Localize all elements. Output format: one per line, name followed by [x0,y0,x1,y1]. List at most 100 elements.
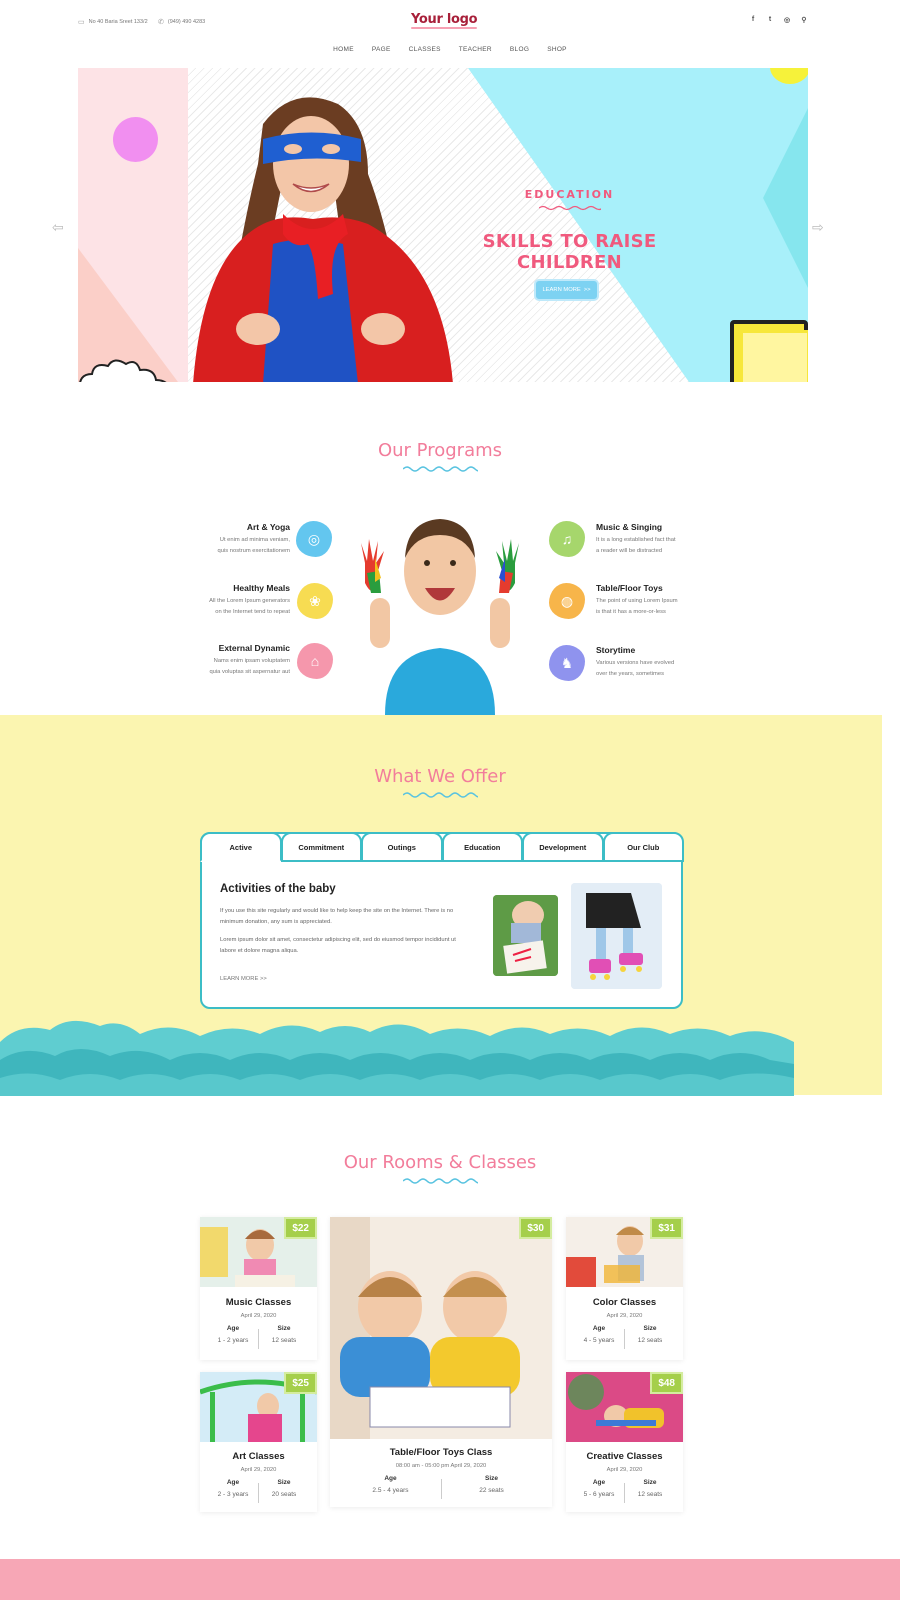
tv-icon [730,320,808,382]
nav-shop[interactable]: SHOP [547,46,567,53]
program-desc: Various versions have evolved over the ye… [596,660,675,677]
nav-teacher[interactable]: TEACHER [459,46,492,53]
class-card-creative[interactable]: $48 Creative Classes April 29, 2020 Age 5… [566,1372,683,1512]
price-badge: $48 [650,1372,683,1394]
class-title: Table/Floor Toys Class [389,1447,493,1458]
class-card-music[interactable]: $22 Music Classes April 29, 2020 Age 1 - … [200,1217,317,1360]
class-meta: Age 5 - 6 years Size 12 seats [566,1479,683,1507]
offer-heading: Activities of the baby [220,883,336,895]
footer-strip [0,1559,900,1600]
program-desc: Nams enim ipsam voluptatem quia voluptas … [209,658,290,675]
class-meta: Age 4 - 5 years Size 12 seats [566,1325,683,1353]
class-title: Art Classes [232,1451,285,1462]
hero-prev-arrow[interactable]: ⇦ [52,219,64,236]
meal-icon: ❀ [297,583,333,619]
phone-text: (949) 490 4283 [167,19,206,25]
class-image-table-floor-toys [330,1217,552,1439]
main-nav: HOME PAGE CLASSES TEACHER BLOG SHOP [0,46,900,53]
tab-outings[interactable]: Outings [361,832,443,862]
class-card-table-floor-toys[interactable]: $30 Table/Floor Toys Class 08:00 am - 05… [330,1217,552,1507]
offer-paragraph-2: Lorem ipsum dolor sit amet, consectetur … [220,937,456,954]
program-external-dynamic[interactable]: External Dynamic Nams enim ipsam volupta… [140,643,290,678]
program-desc: Ut enim ad minima veniam, quis nostrum ex… [217,537,291,554]
offer-learn-more-link[interactable]: LEARN MORE >> [220,976,267,982]
hero-title: SKILLS TO RAISE CHILDREN [482,231,657,273]
phone[interactable]: ✆ (949) 490 4283 [158,18,205,26]
tab-commitment[interactable]: Commitment [280,832,362,862]
program-desc: The point of using Lorem Ipsum is that it… [596,598,678,615]
logo[interactable]: Your logo [411,12,478,29]
logo-text: Your logo [411,12,478,27]
programs-wave-divider [403,466,478,472]
class-title: Creative Classes [586,1451,663,1462]
price-badge: $30 [519,1217,552,1239]
skating-kid-image [571,883,662,989]
address: ▭ No 40 Baria Sreet 133/2 [78,18,148,26]
class-date: April 29, 2020 [240,1467,277,1473]
hero-eyebrow: EDUCATION [524,188,615,201]
twitter-icon[interactable]: t [766,16,774,24]
hero-learn-more-button[interactable]: LEARN MORE >> [534,279,599,301]
nav-classes[interactable]: CLASSES [409,46,441,53]
class-meta: Age 2 - 3 years Size 20 seats [200,1479,317,1507]
offer-photo-skates [571,883,662,989]
hero-next-arrow[interactable]: ⇨ [812,219,824,236]
class-date: 08:00 am - 05:00 pm April 29, 2020 [395,1463,487,1469]
nav-blog[interactable]: BLOG [510,46,529,53]
price-badge: $22 [284,1217,317,1239]
instagram-icon[interactable]: ◎ [783,16,791,24]
tab-development[interactable]: Development [522,832,604,862]
class-title: Color Classes [592,1297,657,1308]
program-music-singing[interactable]: Music & Singing It is a long established… [596,522,746,557]
program-desc: It is a long established fact that a read… [596,537,676,554]
facebook-icon[interactable]: f [749,16,757,24]
offer-paragraph-1: If you use this site regularly and would… [220,908,454,925]
class-meta: Age 1 - 2 years Size 12 seats [200,1325,317,1353]
class-card-art[interactable]: $25 Art Classes April 29, 2020 Age 2 - 3 … [200,1372,317,1512]
program-healthy-meals[interactable]: Healthy Meals All the Lorem Ipsum genera… [140,583,290,618]
music-icon: ♫ [549,521,585,557]
offer-photo-drawing [493,895,558,976]
class-title: Music Classes [225,1297,292,1308]
tab-active[interactable]: Active [200,832,282,862]
program-title: Storytime [596,645,636,655]
logo-underline [411,27,478,29]
tab-our-club[interactable]: Our Club [602,832,684,862]
offer-title: What We Offer [374,766,506,787]
price-badge: $25 [284,1372,317,1394]
rooms-title: Our Rooms & Classes [343,1152,537,1173]
hero-button-arrow: >> [583,287,591,293]
class-card-color[interactable]: $31 Color Classes April 29, 2020 Age 4 - … [566,1217,683,1360]
program-desc: All the Lorem Ipsum generators on the Int… [209,598,290,615]
program-storytime[interactable]: Storytime Various versions have evolved o… [596,645,746,680]
tab-baseline [281,860,683,862]
search-icon[interactable]: ⚲ [800,16,808,24]
class-meta: Age 2.5 - 4 years Size 22 seats [330,1475,552,1503]
ball-icon: ◍ [549,583,585,619]
hero-girl-image [193,97,453,382]
nav-page[interactable]: PAGE [372,46,391,53]
hero-slider: EDUCATION SKILLS TO RAISE CHILDREN [78,68,808,382]
hero-text: EDUCATION SKILLS TO RAISE CHILDREN [452,188,687,273]
offer-tabs: Active Commitment Outings Education Deve… [200,832,684,862]
tab-education[interactable]: Education [441,832,523,862]
cloud-border [0,1020,794,1096]
rooms-wave-divider [403,1178,478,1184]
address-text: No 40 Baria Sreet 133/2 [88,19,148,25]
programs-title: Our Programs [377,440,503,461]
program-title: Table/Floor Toys [596,583,663,593]
drawing-kid-image [493,895,558,976]
program-art-yoga[interactable]: Art & Yoga Ut enim ad minima veniam, quis… [140,522,291,557]
nav-home[interactable]: HOME [333,46,354,53]
phone-icon: ✆ [158,19,164,26]
program-table-floor-toys[interactable]: Table/Floor Toys The point of using Lore… [596,583,746,618]
top-bar: ▭ No 40 Baria Sreet 133/2 ✆ (949) 490 42… [0,0,900,40]
target-icon: ◎ [296,521,332,557]
class-date: April 29, 2020 [606,1313,643,1319]
offer-wave-divider [403,792,478,798]
hero-button-label: LEARN MORE [542,287,581,293]
map-icon: ▭ [78,19,85,26]
social-links: f t ◎ ⚲ [749,16,808,24]
tent-icon: ⌂ [297,643,333,679]
program-title: Art & Yoga [246,522,290,532]
